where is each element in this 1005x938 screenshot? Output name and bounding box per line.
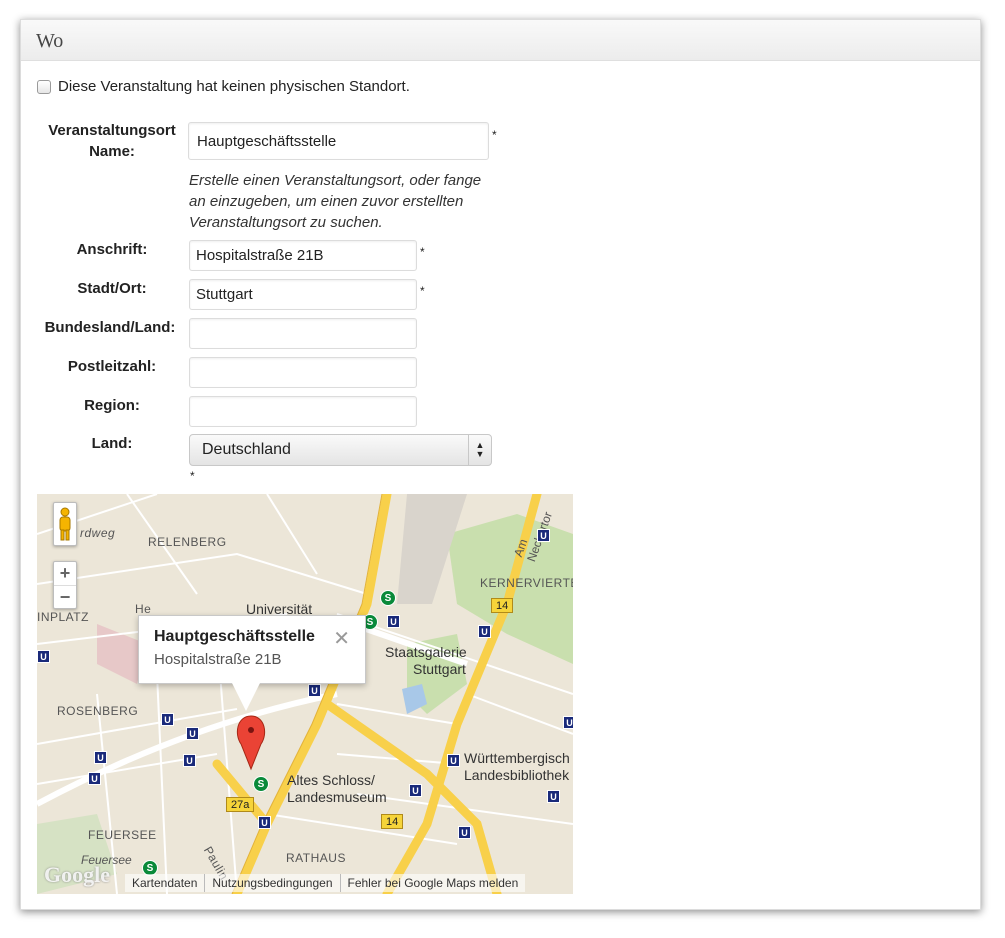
u-bahn-icon: U bbox=[458, 826, 471, 839]
label-relenberg: RELENBERG bbox=[148, 535, 227, 549]
venue-label-line2: Name: bbox=[89, 143, 135, 160]
close-icon[interactable]: ✕ bbox=[333, 626, 350, 651]
country-selected-value: Deutschland bbox=[202, 441, 291, 458]
u-bahn-icon: U bbox=[537, 529, 550, 542]
no-physical-location-checkbox[interactable] bbox=[37, 79, 51, 94]
label-feuersee: FEUERSEE bbox=[88, 828, 157, 842]
no-physical-location-label: Diese Veranstaltung hat keinen physische… bbox=[58, 78, 410, 95]
map-data-link[interactable]: Kartendaten bbox=[125, 874, 204, 892]
terms-link[interactable]: Nutzungsbedingungen bbox=[204, 874, 339, 892]
where-panel: Wo Diese Veranstaltung hat keinen physis… bbox=[20, 19, 981, 910]
venue-hint: Erstelle einen Veranstaltungsort, oder f… bbox=[189, 172, 482, 231]
u-bahn-icon: U bbox=[447, 754, 460, 767]
address-required-mark: * bbox=[420, 245, 425, 259]
label-he: He bbox=[135, 602, 152, 616]
u-bahn-icon: U bbox=[186, 727, 199, 740]
u-bahn-icon: U bbox=[308, 684, 321, 697]
label-wuerttemberg-2: Landesbibliothek bbox=[464, 767, 570, 783]
country-required-mark: * bbox=[190, 469, 195, 483]
zoom-in-button[interactable]: + bbox=[54, 562, 76, 586]
u-bahn-icon: U bbox=[161, 713, 174, 726]
zoom-control: + − bbox=[53, 561, 77, 609]
u-bahn-icon: U bbox=[547, 790, 560, 803]
country-label: Land: bbox=[91, 435, 133, 452]
route-badge-14: 14 bbox=[491, 598, 514, 613]
map[interactable]: RELENBERG Universität KERNERVIERTEL Staa… bbox=[37, 494, 573, 894]
info-window-address: Hospitalstraße 21B bbox=[154, 651, 282, 668]
address-label: Anschrift: bbox=[76, 241, 148, 258]
label-inplatz: INPLATZ bbox=[37, 610, 89, 624]
label-altes-schloss-1: Altes Schloss/ bbox=[287, 772, 375, 788]
google-logo: Google bbox=[44, 862, 110, 887]
select-arrows-icon: ▲ ▼ bbox=[468, 435, 491, 465]
panel-title: Wo bbox=[36, 30, 64, 52]
map-footer-links: Kartendaten Nutzungsbedingungen Fehler b… bbox=[125, 874, 526, 892]
city-required-mark: * bbox=[420, 284, 425, 298]
country-select[interactable]: Deutschland ▲ ▼ bbox=[189, 434, 492, 466]
u-bahn-icon: U bbox=[183, 754, 196, 767]
zip-input[interactable] bbox=[189, 357, 417, 388]
route-badge-27a: 27a bbox=[226, 797, 255, 812]
label-altes-schloss-2: Landesmuseum bbox=[287, 789, 387, 805]
label-staatsgalerie-1: Staatsgalerie bbox=[385, 644, 467, 660]
u-bahn-icon: U bbox=[37, 650, 50, 663]
s-bahn-icon: S bbox=[253, 776, 269, 792]
u-bahn-icon: U bbox=[88, 772, 101, 785]
panel-header: Wo bbox=[21, 20, 980, 61]
venue-name-input[interactable]: Hauptgeschäftsstelle bbox=[188, 122, 489, 160]
venue-label-line1: Veranstaltungsort bbox=[48, 122, 176, 139]
region-label: Region: bbox=[84, 397, 140, 414]
state-label: Bundesland/Land: bbox=[44, 319, 176, 336]
map-info-window: Hauptgeschäftsstelle Hospitalstraße 21B … bbox=[138, 615, 366, 684]
no-physical-location-option[interactable]: Diese Veranstaltung hat keinen physische… bbox=[37, 78, 410, 95]
u-bahn-icon: U bbox=[387, 615, 400, 628]
pegman-icon bbox=[59, 507, 71, 541]
info-window-tail bbox=[231, 681, 261, 711]
s-bahn-icon: S bbox=[380, 590, 396, 606]
label-staatsgalerie-2: Stuttgart bbox=[413, 661, 466, 677]
info-window-title: Hauptgeschäftsstelle bbox=[154, 628, 315, 645]
u-bahn-icon: U bbox=[478, 625, 491, 638]
u-bahn-icon: U bbox=[563, 716, 573, 729]
label-rathaus: RATHAUS bbox=[286, 851, 346, 865]
u-bahn-icon: U bbox=[94, 751, 107, 764]
label-kernerviertel: KERNERVIERTEL bbox=[480, 576, 573, 590]
pegman-control[interactable] bbox=[53, 502, 77, 546]
city-label: Stadt/Ort: bbox=[77, 280, 147, 297]
label-wuerttemberg-1: Württembergisch bbox=[464, 750, 570, 766]
zip-label: Postleitzahl: bbox=[67, 358, 157, 375]
city-input[interactable]: Stuttgart bbox=[189, 279, 417, 310]
report-error-link[interactable]: Fehler bei Google Maps melden bbox=[339, 874, 526, 892]
route-badge-14: 14 bbox=[381, 814, 404, 829]
state-input[interactable] bbox=[189, 318, 417, 349]
zoom-out-button[interactable]: − bbox=[54, 586, 76, 609]
u-bahn-icon: U bbox=[409, 784, 422, 797]
region-input[interactable] bbox=[189, 396, 417, 427]
label-rosenberg: ROSENBERG bbox=[57, 704, 139, 718]
address-input[interactable]: Hospitalstraße 21B bbox=[189, 240, 417, 271]
venue-required-mark: * bbox=[492, 128, 497, 142]
label-rdweg: rdweg bbox=[80, 526, 116, 540]
u-bahn-icon: U bbox=[258, 816, 271, 829]
venue-name-label: Veranstaltungsort Name: bbox=[41, 120, 183, 162]
